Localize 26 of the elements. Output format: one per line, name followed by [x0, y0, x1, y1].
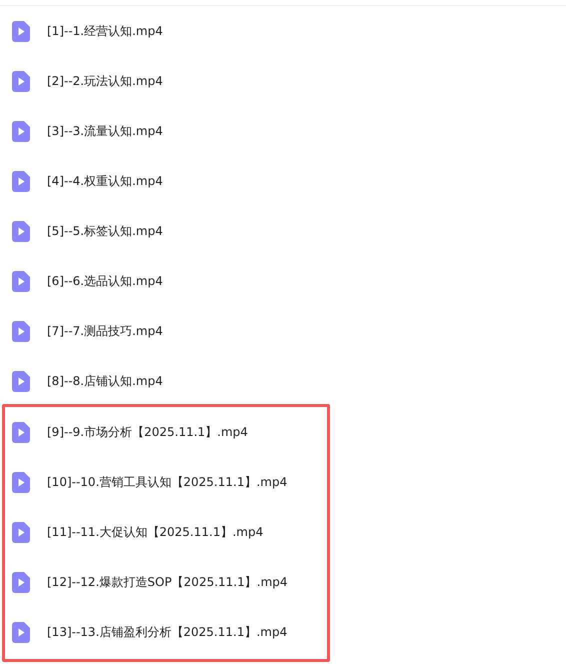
file-name[interactable]: [1]--1.经营认知.mp4 [47, 22, 163, 40]
file-name[interactable]: [12]--12.爆款打造SOP【2025.11.1】.mp4 [47, 574, 288, 590]
video-file-icon [12, 220, 30, 242]
video-file-icon [12, 522, 30, 542]
video-file-icon [12, 320, 30, 342]
video-file-icon [12, 270, 30, 292]
file-name[interactable]: [8]--8.店铺认知.mp4 [47, 372, 163, 390]
video-file-icon [12, 472, 30, 492]
file-name[interactable]: [11]--11.大促认知【2025.11.1】.mp4 [47, 524, 264, 540]
file-name[interactable]: [7]--7.测品技巧.mp4 [47, 322, 163, 340]
file-name[interactable]: [3]--3.流量认知.mp4 [47, 122, 163, 140]
file-name[interactable]: [13]--13.店铺盈利分析【2025.11.1】.mp4 [47, 624, 288, 640]
video-file-icon [12, 20, 30, 42]
video-file-icon [12, 622, 30, 642]
video-file-icon [12, 572, 30, 592]
file-name[interactable]: [10]--10.营销工具认知【2025.11.1】.mp4 [47, 474, 288, 490]
file-name[interactable]: [2]--2.玩法认知.mp4 [47, 72, 163, 90]
video-file-icon [12, 170, 30, 192]
file-name[interactable]: [6]--6.选品认知.mp4 [47, 272, 163, 290]
video-file-icon [12, 422, 30, 442]
file-name[interactable]: [5]--5.标签认知.mp4 [47, 222, 163, 240]
file-name[interactable]: [9]--9.市场分析【2025.11.1】.mp4 [47, 424, 248, 440]
video-file-icon [12, 370, 30, 392]
video-file-icon [12, 70, 30, 92]
video-file-icon [12, 120, 30, 142]
file-name[interactable]: [4]--4.权重认知.mp4 [47, 172, 163, 190]
